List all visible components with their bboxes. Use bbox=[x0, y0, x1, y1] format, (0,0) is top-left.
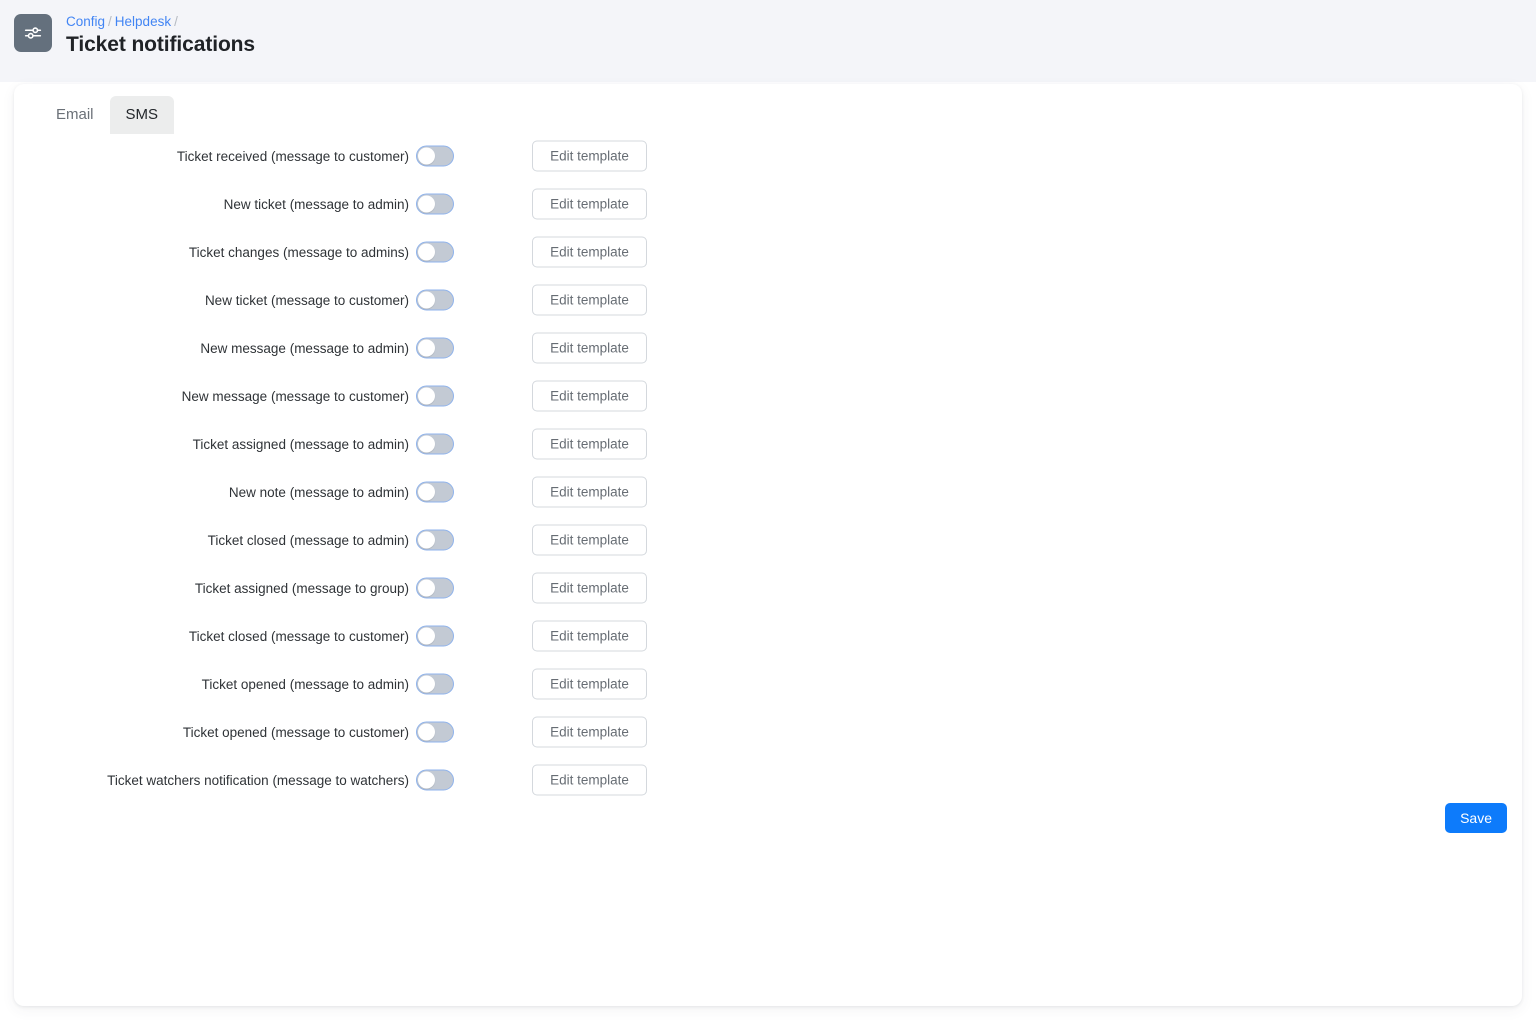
notification-label: New message (message to admin) bbox=[200, 324, 409, 372]
toggle-knob bbox=[418, 772, 435, 789]
notification-toggle[interactable] bbox=[416, 290, 454, 311]
notification-rows: Ticket received (message to customer) Edi… bbox=[14, 132, 1522, 804]
notification-row: Ticket opened (message to customer) Edit … bbox=[14, 708, 1522, 756]
save-button[interactable]: Save bbox=[1445, 803, 1507, 833]
notification-label: Ticket closed (message to admin) bbox=[208, 516, 409, 564]
tab-bar: Email SMS bbox=[40, 96, 174, 134]
toggle-knob bbox=[418, 532, 435, 549]
edit-template-button[interactable]: Edit template bbox=[532, 669, 647, 700]
edit-template-button[interactable]: Edit template bbox=[532, 141, 647, 172]
toggle-knob bbox=[418, 484, 435, 501]
page-header: Config/Helpdesk/ Ticket notifications bbox=[0, 0, 1536, 82]
tab-email[interactable]: Email bbox=[40, 96, 110, 134]
toggle-knob bbox=[418, 676, 435, 693]
header-text-block: Config/Helpdesk/ Ticket notifications bbox=[66, 13, 255, 58]
notification-label: Ticket assigned (message to admin) bbox=[193, 420, 409, 468]
toggle-knob bbox=[418, 628, 435, 645]
toggle-knob bbox=[418, 580, 435, 597]
notification-row: New note (message to admin) Edit template bbox=[14, 468, 1522, 516]
notification-row: New ticket (message to customer) Edit tem… bbox=[14, 276, 1522, 324]
toggle-knob bbox=[418, 388, 435, 405]
notification-row: Ticket changes (message to admins) Edit t… bbox=[14, 228, 1522, 276]
toggle-knob bbox=[418, 148, 435, 165]
notification-toggle[interactable] bbox=[416, 482, 454, 503]
notification-toggle[interactable] bbox=[416, 578, 454, 599]
notification-label: Ticket watchers notification (message to… bbox=[107, 756, 409, 804]
notification-toggle[interactable] bbox=[416, 338, 454, 359]
notification-toggle[interactable] bbox=[416, 722, 454, 743]
notification-toggle[interactable] bbox=[416, 194, 454, 215]
breadcrumb: Config/Helpdesk/ bbox=[66, 13, 255, 30]
breadcrumb-item-config[interactable]: Config bbox=[66, 14, 105, 29]
breadcrumb-separator-2: / bbox=[174, 14, 178, 29]
notification-label: Ticket changes (message to admins) bbox=[189, 228, 409, 276]
notification-toggle[interactable] bbox=[416, 674, 454, 695]
notification-toggle[interactable] bbox=[416, 386, 454, 407]
toggle-knob bbox=[418, 196, 435, 213]
notification-label: Ticket opened (message to customer) bbox=[183, 708, 409, 756]
edit-template-button[interactable]: Edit template bbox=[532, 429, 647, 460]
edit-template-button[interactable]: Edit template bbox=[532, 765, 647, 796]
notification-toggle[interactable] bbox=[416, 626, 454, 647]
notification-label: Ticket opened (message to admin) bbox=[202, 660, 409, 708]
toggle-knob bbox=[418, 436, 435, 453]
breadcrumb-separator: / bbox=[108, 14, 112, 29]
notification-row: Ticket watchers notification (message to… bbox=[14, 756, 1522, 804]
notification-label: Ticket closed (message to customer) bbox=[189, 612, 409, 660]
edit-template-button[interactable]: Edit template bbox=[532, 621, 647, 652]
notification-toggle[interactable] bbox=[416, 242, 454, 263]
edit-template-button[interactable]: Edit template bbox=[532, 381, 647, 412]
edit-template-button[interactable]: Edit template bbox=[532, 477, 647, 508]
breadcrumb-item-helpdesk[interactable]: Helpdesk bbox=[115, 14, 171, 29]
edit-template-button[interactable]: Edit template bbox=[532, 573, 647, 604]
toggle-knob bbox=[418, 244, 435, 261]
toggle-knob bbox=[418, 292, 435, 309]
edit-template-button[interactable]: Edit template bbox=[532, 333, 647, 364]
edit-template-button[interactable]: Edit template bbox=[532, 237, 647, 268]
notification-label: New message (message to customer) bbox=[182, 372, 409, 420]
notification-row: Ticket assigned (message to admin) Edit t… bbox=[14, 420, 1522, 468]
notification-label: New ticket (message to admin) bbox=[224, 180, 409, 228]
notification-toggle[interactable] bbox=[416, 530, 454, 551]
sliders-settings-icon bbox=[14, 14, 52, 52]
notification-label: Ticket assigned (message to group) bbox=[195, 564, 409, 612]
page-root: Config/Helpdesk/ Ticket notifications Em… bbox=[0, 0, 1536, 1020]
notification-label: New ticket (message to customer) bbox=[205, 276, 409, 324]
notification-label: New note (message to admin) bbox=[229, 468, 409, 516]
notification-row: New message (message to admin) Edit templ… bbox=[14, 324, 1522, 372]
settings-card: Email SMS Ticket received (message to cu… bbox=[14, 84, 1522, 1006]
edit-template-button[interactable]: Edit template bbox=[532, 525, 647, 556]
edit-template-button[interactable]: Edit template bbox=[532, 717, 647, 748]
page-title: Ticket notifications bbox=[66, 32, 255, 58]
toggle-knob bbox=[418, 724, 435, 741]
notification-toggle[interactable] bbox=[416, 146, 454, 167]
notification-row: Ticket closed (message to admin) Edit tem… bbox=[14, 516, 1522, 564]
notification-row: Ticket received (message to customer) Edi… bbox=[14, 132, 1522, 180]
notification-row: Ticket closed (message to customer) Edit … bbox=[14, 612, 1522, 660]
tab-sms[interactable]: SMS bbox=[110, 96, 175, 134]
notification-row: Ticket assigned (message to group) Edit t… bbox=[14, 564, 1522, 612]
notification-row: Ticket opened (message to admin) Edit tem… bbox=[14, 660, 1522, 708]
notification-label: Ticket received (message to customer) bbox=[177, 132, 409, 180]
notification-row: New message (message to customer) Edit te… bbox=[14, 372, 1522, 420]
notification-row: New ticket (message to admin) Edit templa… bbox=[14, 180, 1522, 228]
edit-template-button[interactable]: Edit template bbox=[532, 189, 647, 220]
toggle-knob bbox=[418, 340, 435, 357]
notification-toggle[interactable] bbox=[416, 770, 454, 791]
header-content: Config/Helpdesk/ Ticket notifications bbox=[14, 13, 255, 58]
edit-template-button[interactable]: Edit template bbox=[532, 285, 647, 316]
notification-toggle[interactable] bbox=[416, 434, 454, 455]
